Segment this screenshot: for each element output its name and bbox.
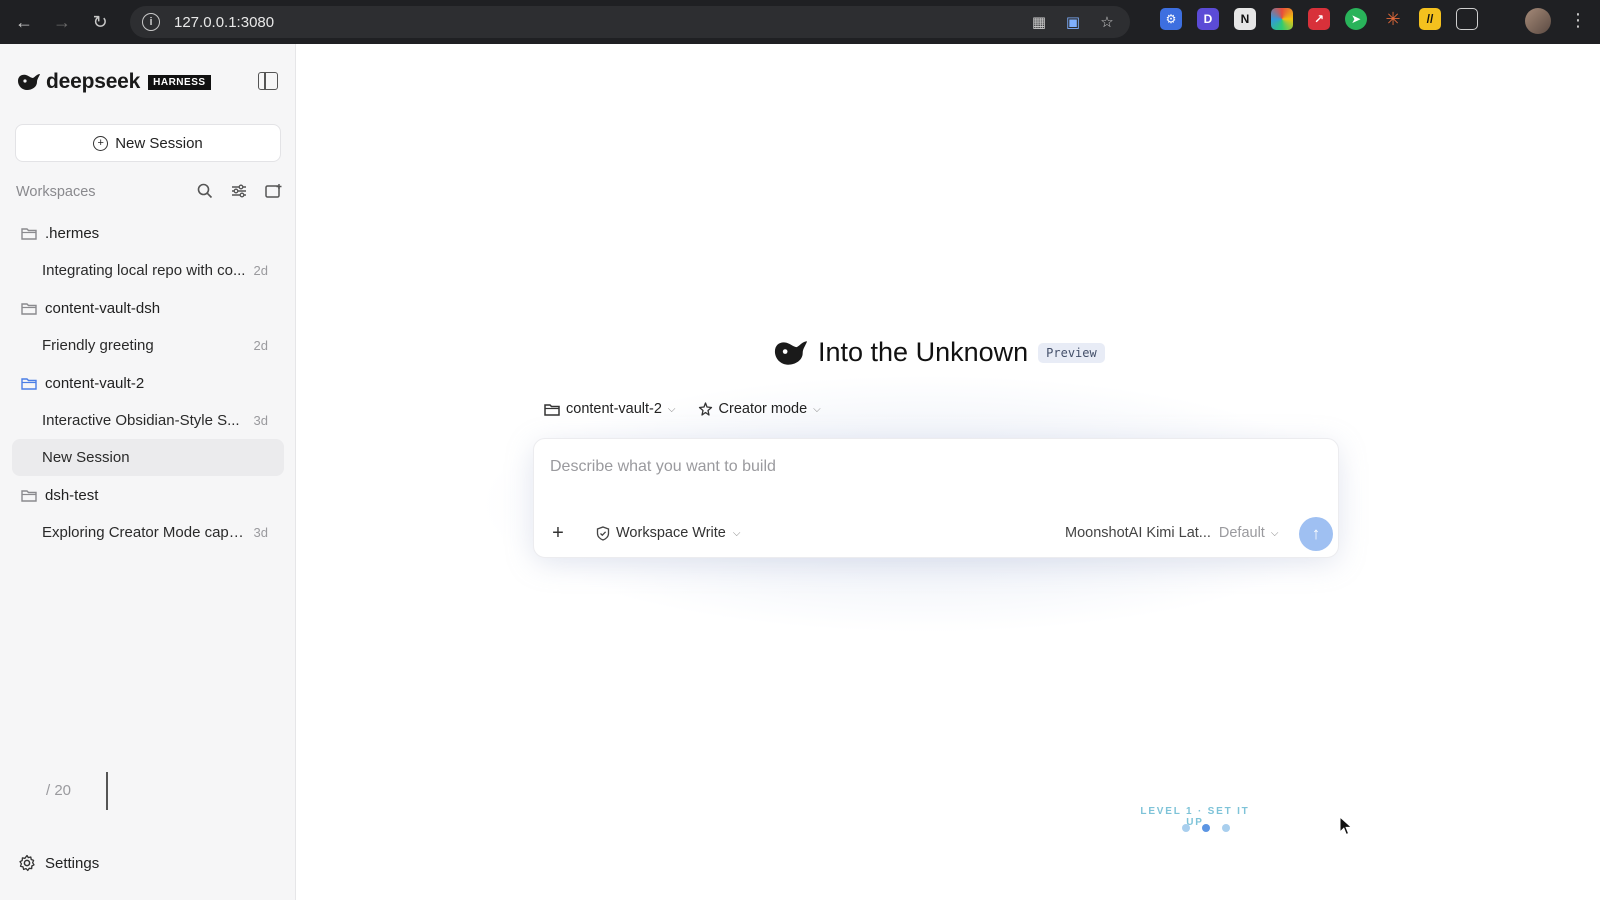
workspace-selector-label: content-vault-2 [566, 401, 662, 417]
settings-button[interactable]: Settings [18, 854, 99, 872]
workspace-name: content-vault-2 [45, 374, 145, 392]
hero-heading: Into the Unknown Preview [772, 337, 1105, 368]
profile-avatar[interactable] [1525, 8, 1551, 34]
workspace-folder[interactable]: .hermes [12, 214, 284, 252]
bookmark-star-icon[interactable]: ☆ [1096, 11, 1118, 33]
url-text[interactable]: 127.0.0.1:3080 [174, 14, 274, 31]
folder-icon [544, 403, 560, 416]
extensions-puzzle-icon[interactable] [1456, 8, 1478, 30]
preview-badge: Preview [1038, 342, 1105, 363]
extension-notion-icon[interactable]: N [1234, 8, 1256, 30]
extension-arrow-icon[interactable]: ↗ [1308, 8, 1330, 30]
workspace-folder[interactable]: content-vault-dsh [12, 289, 284, 327]
text-cursor-divider [106, 772, 108, 810]
prompt-input[interactable] [550, 453, 1310, 481]
session-age: 2d [253, 263, 268, 278]
mode-selector[interactable]: Creator mode ⌵ [698, 401, 821, 417]
page-counter: / 20 [46, 782, 72, 799]
chevron-down-icon: ⌵ [813, 403, 821, 415]
arrow-up-icon: ↑ [1311, 524, 1321, 543]
model-variant: Default [1218, 525, 1265, 541]
prompt-composer: + Workspace Write ⌵ MoonshotAI Kimi Lat.… [533, 438, 1339, 558]
folder-icon [21, 302, 37, 315]
session-age: 3d [253, 525, 268, 540]
shield-check-icon [596, 525, 610, 541]
workspace-tree: .hermes Integrating local repo with co..… [12, 214, 284, 551]
progress-dot-active[interactable] [1202, 824, 1210, 832]
new-folder-icon[interactable] [264, 182, 282, 200]
chevron-down-icon: ⌵ [667, 403, 676, 415]
session-item[interactable]: Exploring Creator Mode capa... 3d [12, 514, 284, 551]
session-title: Friendly greeting [42, 337, 154, 354]
filter-sliders-icon[interactable] [230, 182, 248, 200]
model-name: MoonshotAI Kimi Lat... [1065, 525, 1211, 541]
plus-circle-icon: + [93, 135, 109, 151]
mode-selector-label: Creator mode [718, 401, 808, 417]
brand-logo: deepseek HARNESS [16, 70, 211, 94]
whale-logo-icon [774, 340, 808, 365]
send-button[interactable]: ↑ [1299, 517, 1333, 551]
model-selector[interactable]: MoonshotAI Kimi Lat... Default ⌵ [1065, 525, 1278, 541]
translate-icon[interactable]: ▦ [1028, 11, 1050, 33]
extension-spark-icon[interactable]: ✳ [1382, 8, 1404, 30]
session-title: Exploring Creator Mode capa... [42, 524, 246, 541]
folder-icon [21, 227, 37, 240]
sidebar-toggle-icon[interactable] [258, 72, 278, 90]
extension-slash-icon[interactable]: // [1419, 8, 1441, 30]
new-session-label: New Session [115, 134, 203, 152]
extension-d-icon[interactable]: D [1197, 8, 1219, 30]
workspace-name: dsh-test [45, 486, 99, 504]
sidebar: deepseek HARNESS + New Session Workspace… [0, 44, 296, 900]
reload-icon[interactable]: ↻ [82, 4, 118, 40]
session-item[interactable]: Friendly greeting 2d [12, 327, 284, 364]
extension-cursor-icon[interactable]: ➤ [1345, 8, 1367, 30]
folder-icon [21, 489, 37, 502]
site-info-icon[interactable]: i [142, 13, 160, 31]
session-title: Interactive Obsidian-Style S... [42, 412, 240, 429]
whale-logo-icon [18, 74, 40, 90]
new-session-button[interactable]: + New Session [15, 124, 281, 162]
session-item[interactable]: Integrating local repo with co... 2d [12, 252, 284, 289]
workspaces-header: Workspaces [16, 182, 282, 202]
progress-dot[interactable] [1222, 824, 1230, 832]
extension-gear-icon[interactable]: ⚙ [1160, 8, 1182, 30]
session-age: 2d [253, 338, 268, 353]
workspace-selector[interactable]: content-vault-2 ⌵ [544, 401, 676, 417]
add-attachment-button[interactable]: + [548, 522, 568, 544]
browser-toolbar: ← → ↻ i 127.0.0.1:3080 ▦ ▣ ☆ ⚙ D N ↗ ➤ ✳… [0, 0, 1600, 44]
open-folder-icon [21, 377, 37, 390]
workspace-name: .hermes [45, 224, 100, 242]
workspace-name: content-vault-dsh [45, 299, 161, 317]
session-age: 3d [253, 413, 268, 428]
search-icon[interactable] [196, 182, 214, 200]
creator-mode-icon [698, 401, 713, 417]
chevron-down-icon: ⌵ [1270, 527, 1279, 539]
forward-arrow-icon[interactable]: → [44, 4, 80, 40]
mouse-pointer-icon [1339, 816, 1353, 836]
back-arrow-icon[interactable]: ← [6, 4, 42, 40]
workspace-folder-active[interactable]: content-vault-2 [12, 364, 284, 402]
permission-label: Workspace Write [616, 525, 726, 541]
brand-name: deepseek [46, 70, 141, 93]
progress-dot[interactable] [1182, 824, 1190, 832]
gear-icon [19, 854, 35, 872]
progress-dots [1182, 824, 1230, 832]
context-selectors: content-vault-2 ⌵ Creator mode ⌵ [544, 401, 821, 417]
extension-color-icon[interactable] [1271, 8, 1293, 30]
workspaces-title: Workspaces [16, 184, 96, 200]
main-content: Into the Unknown Preview content-vault-2… [297, 44, 1600, 900]
session-item-active[interactable]: New Session [12, 439, 284, 476]
permission-selector[interactable]: Workspace Write ⌵ [596, 525, 740, 541]
session-title: Integrating local repo with co... [42, 262, 246, 279]
workspace-folder[interactable]: dsh-test [12, 476, 284, 514]
session-item[interactable]: Interactive Obsidian-Style S... 3d [12, 402, 284, 439]
page-title: Into the Unknown [818, 337, 1029, 367]
install-app-icon[interactable]: ▣ [1062, 11, 1084, 33]
browser-menu-icon[interactable]: ⋮ [1568, 10, 1588, 31]
address-bar[interactable]: i 127.0.0.1:3080 ▦ ▣ ☆ [130, 6, 1130, 38]
settings-label: Settings [45, 854, 100, 872]
chevron-down-icon: ⌵ [732, 527, 741, 539]
brand-badge: HARNESS [148, 74, 211, 90]
session-title: New Session [42, 449, 130, 466]
